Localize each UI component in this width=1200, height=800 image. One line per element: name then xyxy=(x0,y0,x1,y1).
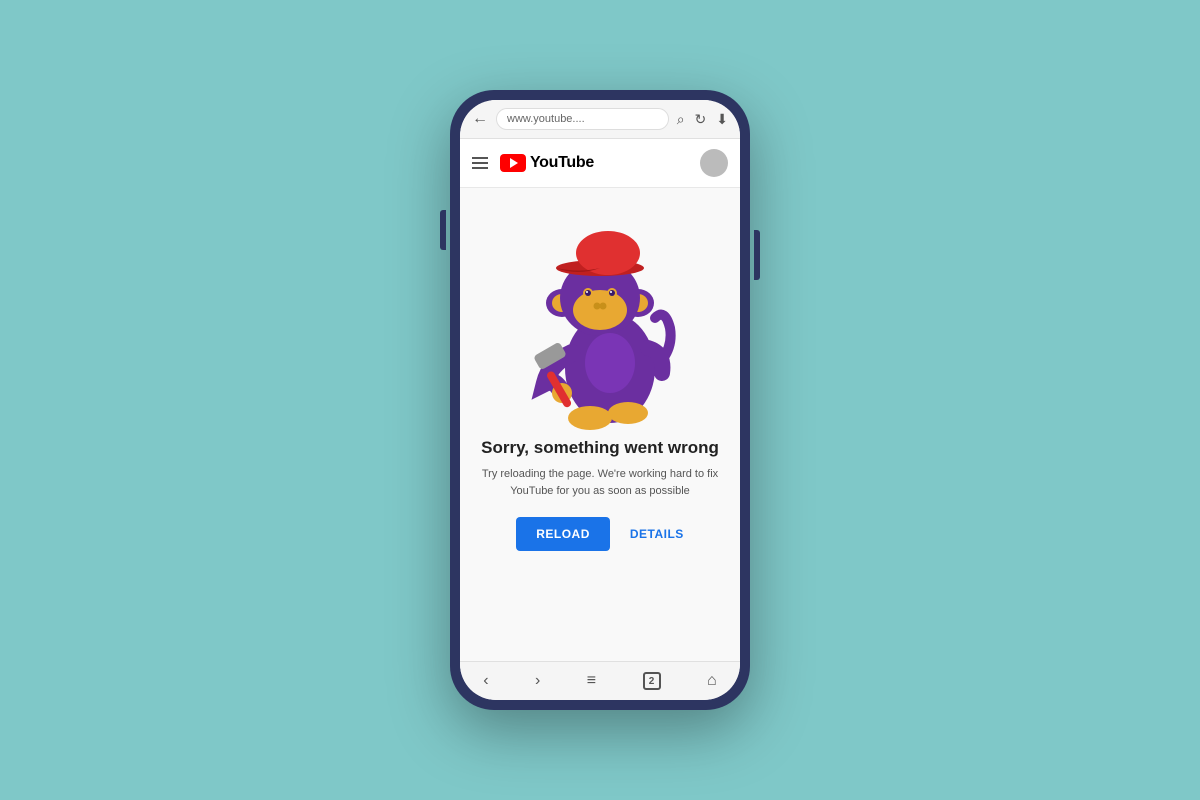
bottom-navigation: ‹ › ≡ 2 ⌂ xyxy=(460,661,740,700)
nav-home-button[interactable]: ⌂ xyxy=(707,672,717,690)
error-content: Sorry, something went wrong Try reloadin… xyxy=(460,188,740,661)
monkey-illustration xyxy=(500,198,700,438)
error-buttons: RELOAD DETAILS xyxy=(516,517,684,551)
youtube-logo: YouTube xyxy=(500,154,594,172)
phone-screen: ← www.youtube.... ⌕ ↻ ⬇ YouTube xyxy=(460,100,740,700)
error-title: Sorry, something went wrong xyxy=(481,438,719,458)
error-subtitle: Try reloading the page. We're working ha… xyxy=(480,466,720,499)
youtube-header: YouTube xyxy=(460,139,740,188)
nav-forward-button[interactable]: › xyxy=(535,672,540,690)
nav-menu-button[interactable]: ≡ xyxy=(587,672,596,690)
browser-bar: ← www.youtube.... ⌕ ↻ ⬇ xyxy=(460,100,740,139)
hamburger-menu[interactable] xyxy=(472,157,488,169)
youtube-logo-text: YouTube xyxy=(530,154,594,172)
reload-button[interactable]: RELOAD xyxy=(516,517,610,551)
phone-frame: ← www.youtube.... ⌕ ↻ ⬇ YouTube xyxy=(450,90,750,710)
details-button[interactable]: DETAILS xyxy=(630,527,684,541)
avatar[interactable] xyxy=(700,149,728,177)
download-icon[interactable]: ⬇ xyxy=(716,111,728,128)
youtube-play-icon xyxy=(500,154,526,172)
browser-url-bar[interactable]: www.youtube.... xyxy=(496,108,669,130)
nav-back-button[interactable]: ‹ xyxy=(483,672,488,690)
url-text: www.youtube.... xyxy=(507,113,585,125)
search-icon[interactable]: ⌕ xyxy=(677,111,685,128)
refresh-icon[interactable]: ↻ xyxy=(695,111,707,128)
browser-back-button[interactable]: ← xyxy=(472,110,488,128)
browser-icons: ⌕ ↻ ⬇ xyxy=(677,111,728,128)
nav-tabs-button[interactable]: 2 xyxy=(643,672,661,690)
